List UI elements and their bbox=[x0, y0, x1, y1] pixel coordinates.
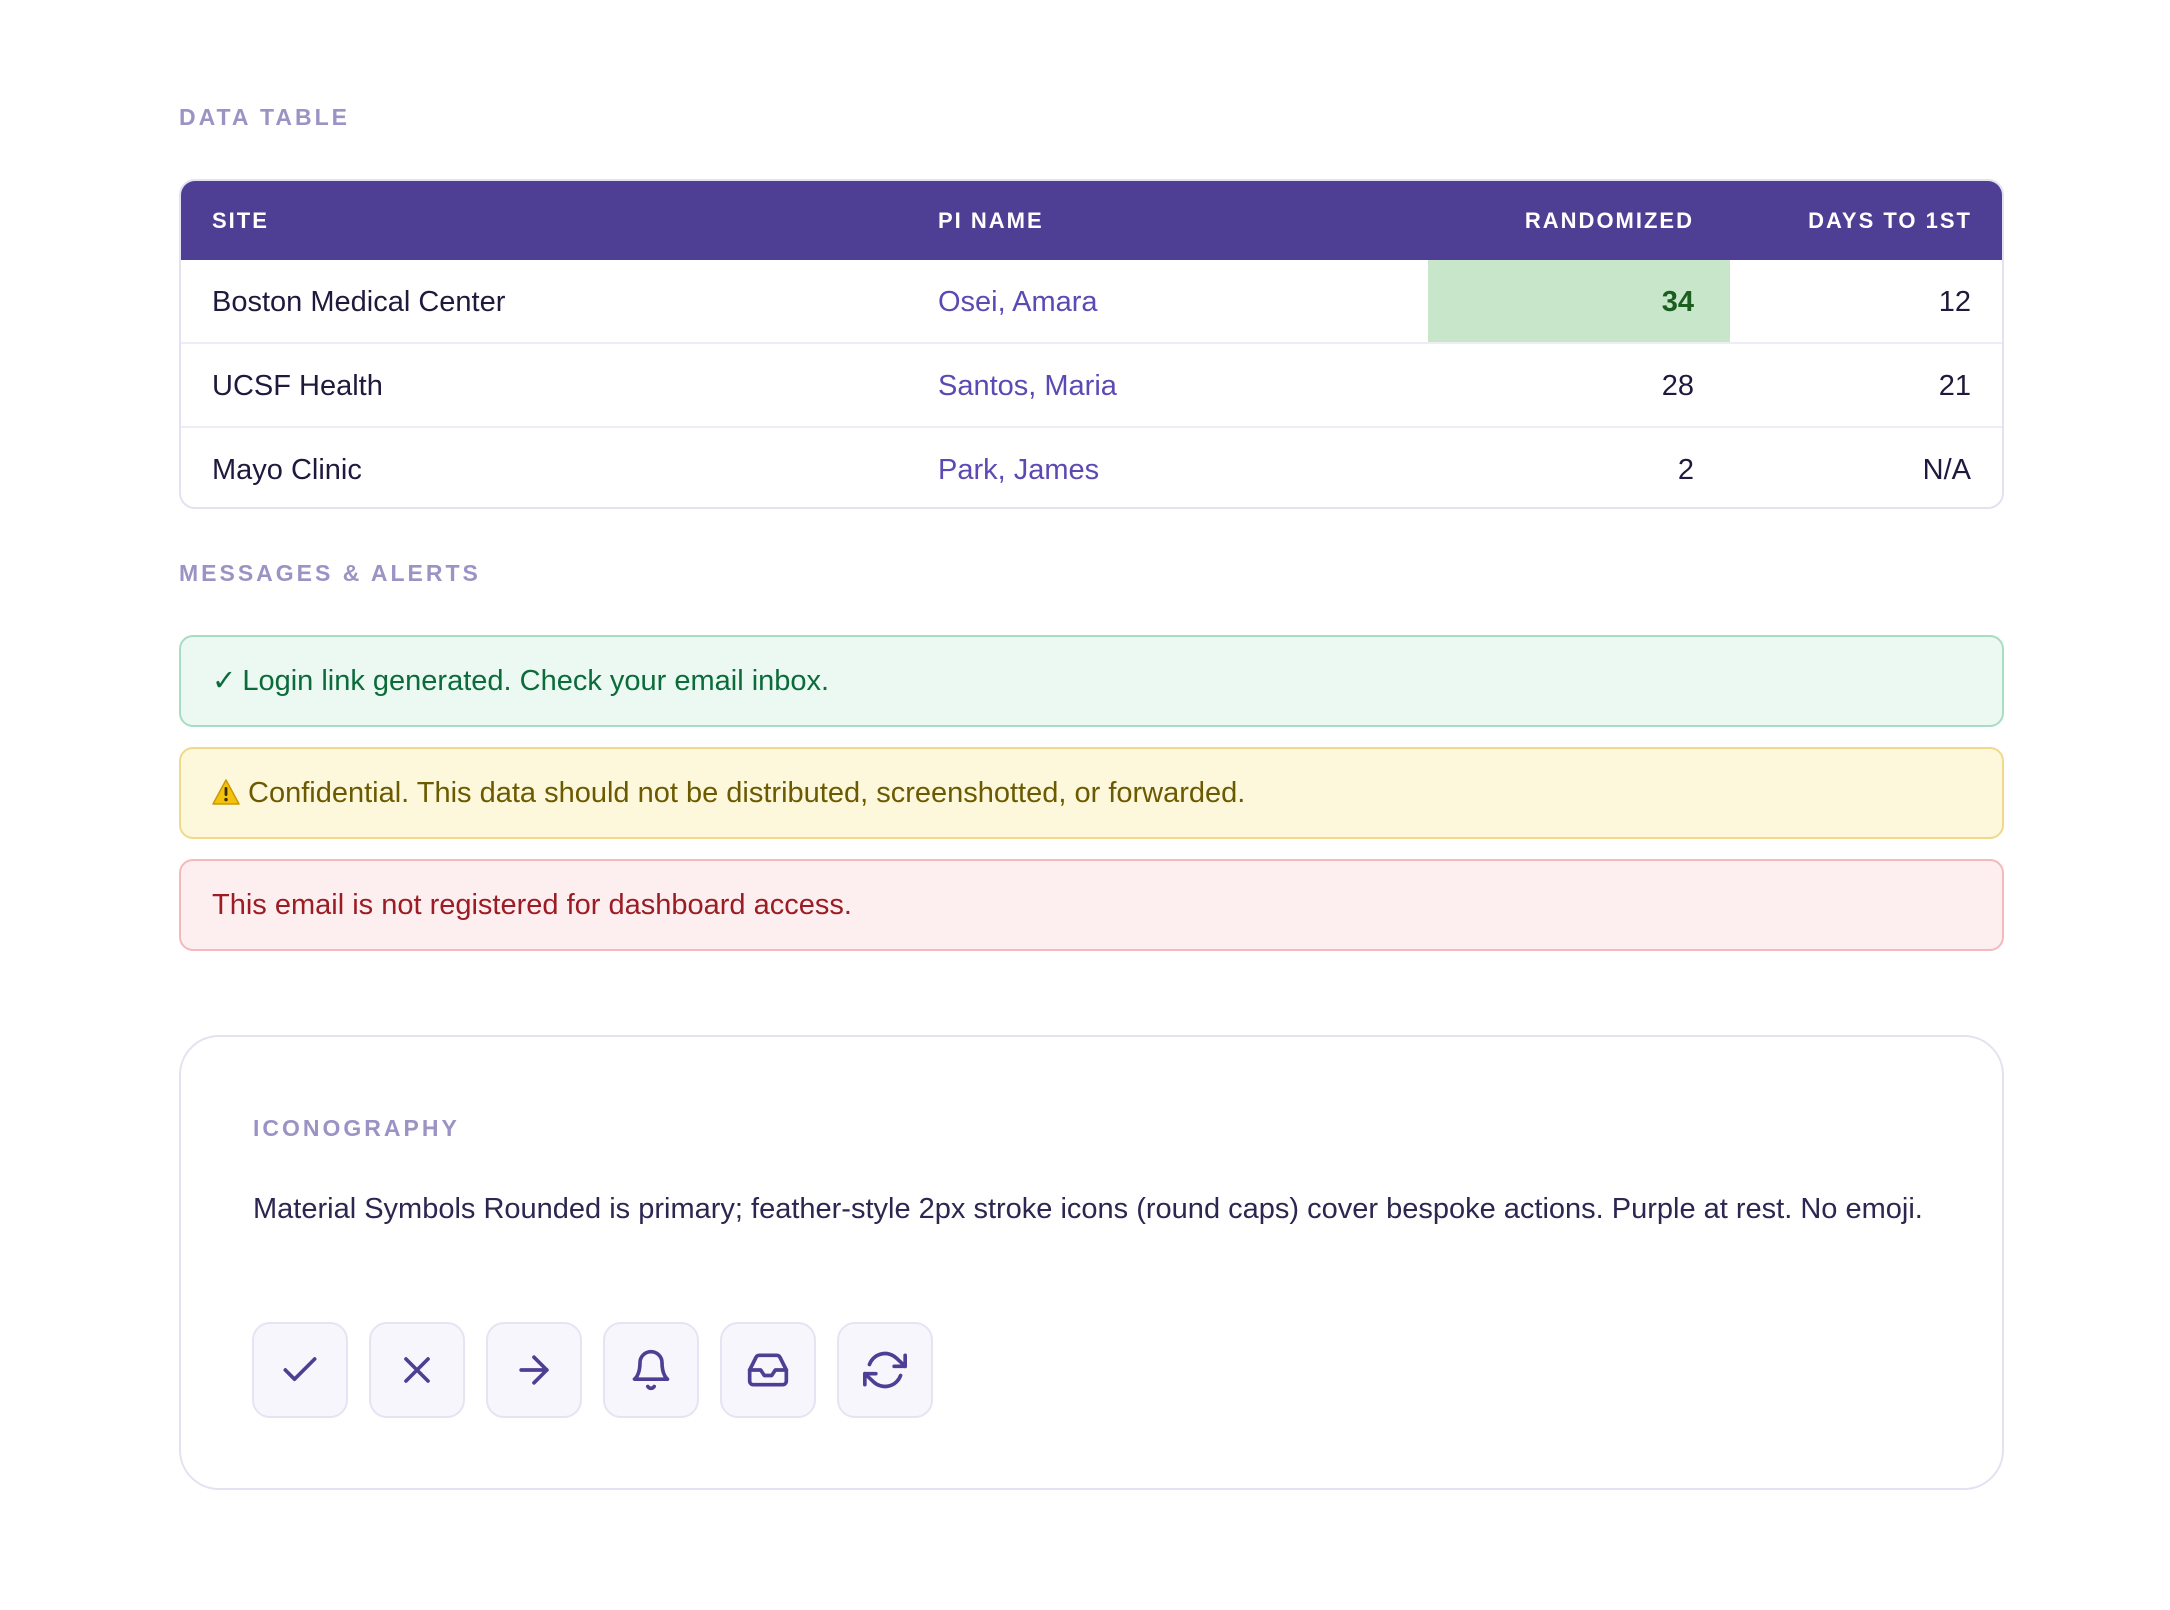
bell-icon-button[interactable] bbox=[603, 1322, 699, 1418]
cell-randomized: 28 bbox=[1661, 370, 1694, 402]
table-header: SITE PI NAME RANDOMIZED DAYS TO 1ST bbox=[181, 181, 2002, 260]
success-alert-text: Login link generated. Check your email i… bbox=[242, 665, 830, 697]
inbox-icon-button[interactable] bbox=[720, 1322, 816, 1418]
cell-randomized: 2 bbox=[1677, 454, 1694, 486]
cell-site: UCSF Health bbox=[212, 370, 383, 402]
cell-days-to-first: N/A bbox=[1922, 454, 1971, 486]
cell-randomized: 34 bbox=[1661, 286, 1694, 318]
bell-icon bbox=[632, 1349, 670, 1391]
refresh-icon bbox=[863, 1351, 907, 1389]
column-header-randomized[interactable]: RANDOMIZED bbox=[1525, 181, 1694, 260]
iconography-description: Material Symbols Rounded is primary; fea… bbox=[253, 1193, 1923, 1225]
column-header-site[interactable]: SITE bbox=[212, 181, 269, 260]
iconography-card: ICONOGRAPHY Material Symbols Rounded is … bbox=[179, 1035, 2004, 1490]
column-header-pi-name[interactable]: PI NAME bbox=[938, 181, 1044, 260]
warning-alert: Confidential. This data should not be di… bbox=[179, 747, 2004, 839]
cell-pi-name[interactable]: Osei, Amara bbox=[938, 260, 1098, 344]
data-table-label: DATA TABLE bbox=[179, 104, 350, 130]
iconography-label: ICONOGRAPHY bbox=[253, 1115, 460, 1141]
cell-pi-name[interactable]: Park, James bbox=[938, 428, 1099, 507]
table-row[interactable]: UCSF Health Santos, Maria 28 21 bbox=[181, 344, 2002, 428]
refresh-icon-button[interactable] bbox=[837, 1322, 933, 1418]
column-header-days-to-first[interactable]: DAYS TO 1ST bbox=[1808, 181, 1972, 260]
check-icon-button[interactable] bbox=[252, 1322, 348, 1418]
check-icon: ✓ bbox=[212, 665, 237, 697]
table-row[interactable]: Boston Medical Center Osei, Amara 34 12 bbox=[181, 260, 2002, 344]
error-alert-text: This email is not registered for dashboa… bbox=[212, 889, 852, 921]
page: DATA TABLE SITE PI NAME RANDOMIZED DAYS … bbox=[0, 0, 2170, 1610]
close-icon-button[interactable] bbox=[369, 1322, 465, 1418]
warning-alert-text: Confidential. This data should not be di… bbox=[248, 777, 1246, 809]
cell-site: Boston Medical Center bbox=[212, 286, 506, 318]
check-icon bbox=[283, 1357, 317, 1381]
cell-site: Mayo Clinic bbox=[212, 454, 362, 486]
data-table: SITE PI NAME RANDOMIZED DAYS TO 1ST Bost… bbox=[179, 179, 2004, 509]
alerts-label: MESSAGES & ALERTS bbox=[179, 560, 481, 586]
error-alert: This email is not registered for dashboa… bbox=[179, 859, 2004, 951]
arrow-right-icon-button[interactable] bbox=[486, 1322, 582, 1418]
warning-triangle-icon bbox=[212, 752, 240, 840]
table-row[interactable]: Mayo Clinic Park, James 2 N/A bbox=[181, 428, 2002, 507]
inbox-icon bbox=[747, 1353, 789, 1387]
success-alert: ✓ Login link generated. Check your email … bbox=[179, 635, 2004, 727]
cell-days-to-first: 21 bbox=[1938, 370, 1971, 402]
arrow-right-icon bbox=[519, 1355, 549, 1385]
cell-pi-name[interactable]: Santos, Maria bbox=[938, 344, 1117, 428]
close-icon bbox=[404, 1357, 430, 1383]
cell-days-to-first: 12 bbox=[1938, 286, 1971, 318]
